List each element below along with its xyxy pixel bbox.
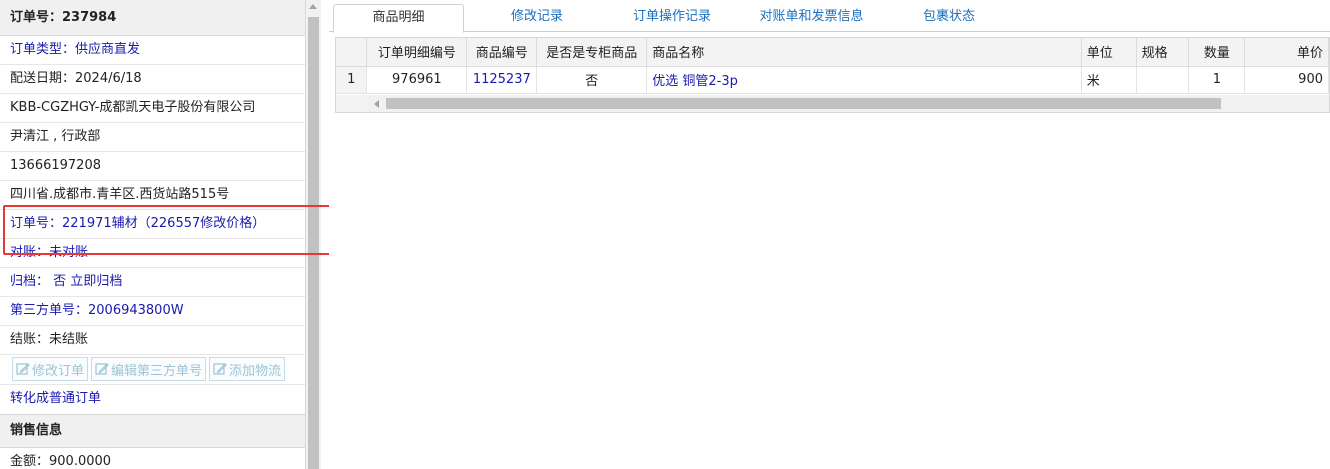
tab-product-details[interactable]: 商品明细: [333, 4, 464, 33]
third-party-row: 第三方单号：2006943800W: [0, 297, 305, 326]
archive-row: 归档： 否 立即归档: [0, 268, 305, 297]
quantity-cell: 1: [1188, 66, 1246, 94]
left-vertical-scrollbar[interactable]: [306, 0, 321, 469]
add-logistics-button[interactable]: 添加物流: [209, 357, 286, 381]
edit-third-party-button[interactable]: 编辑第三方单号: [91, 357, 207, 381]
third-party-value: 2006943800W: [88, 303, 184, 318]
archive-now-link[interactable]: 立即归档: [70, 274, 122, 289]
order-type-label: 订单类型：: [10, 42, 76, 57]
scrollbar-thumb[interactable]: [386, 98, 1221, 109]
grid-horizontal-scrollbar[interactable]: [336, 95, 1329, 112]
archive-label: 归档：: [10, 274, 50, 289]
edit-icon: [213, 363, 227, 375]
order-info-panel: 订单号：237984 订单类型：供应商直发 配送日期：2024/6/18 KBB…: [0, 0, 306, 469]
order-type-value: 供应商直发: [75, 42, 141, 57]
reconcile-label: 对账：: [10, 245, 50, 260]
third-party-label: 第三方单号：: [10, 303, 89, 318]
edit-order-label: 修改订单: [32, 363, 85, 379]
edit-order-button[interactable]: 修改订单: [12, 357, 89, 381]
row-number-header: [336, 38, 368, 67]
settle-row: 结账：未结账: [0, 326, 305, 355]
edit-third-party-label: 编辑第三方单号: [111, 363, 203, 379]
column-header[interactable]: 商品编号: [466, 38, 538, 67]
arrow-left-icon[interactable]: [374, 100, 379, 108]
phone-row: 13666197208: [0, 152, 305, 181]
product-name-link[interactable]: 优选 铜管2-3p: [646, 66, 1082, 94]
archive-value: 否: [53, 274, 67, 289]
product-number-link[interactable]: 1125237: [466, 66, 538, 94]
scrollbar-lead: [336, 95, 367, 112]
counter-cell: 否: [536, 66, 648, 94]
customer-row: KBB-CGZHGY-成都凯天电子股份有限公司: [0, 94, 305, 123]
column-header[interactable]: 订单明细编号: [366, 38, 468, 67]
scrollbar-thumb[interactable]: [308, 17, 319, 469]
action-buttons: 修改订单 编辑第三方单号 添加物流: [0, 355, 305, 385]
column-header[interactable]: 单位: [1081, 38, 1137, 67]
price-cell: 900: [1244, 66, 1329, 94]
tab-order-operation-records[interactable]: 订单操作记录: [617, 4, 727, 32]
tab-bar: 商品明细 修改记录 订单操作记录 对账单和发票信息 包裹状态: [329, 0, 1330, 33]
sales-info-header: 销售信息: [0, 414, 305, 448]
convert-order-link[interactable]: 转化成普通订单: [0, 385, 305, 414]
related-order-row[interactable]: 订单号：221971辅材（226557修改价格）: [0, 210, 305, 239]
arrow-up-icon[interactable]: [309, 4, 317, 9]
column-header[interactable]: 商品名称: [646, 38, 1082, 67]
edit-icon: [16, 363, 30, 375]
unit-cell: 米: [1081, 66, 1137, 94]
column-header[interactable]: 是否是专柜商品: [536, 38, 648, 67]
contact-row: 尹清江 , 行政部: [0, 123, 305, 152]
row-number: 1: [336, 66, 368, 94]
address-row: 四川省.成都市.青羊区.西货站路515号: [0, 181, 305, 210]
spec-cell: [1136, 66, 1190, 94]
table-header-row: 订单明细编号 商品编号 是否是专柜商品 商品名称 单位 规格 数量 单价: [336, 38, 1329, 67]
edit-icon: [95, 363, 109, 375]
tab-reconcile-invoice[interactable]: 对账单和发票信息: [744, 4, 879, 32]
column-header[interactable]: 数量: [1188, 38, 1246, 67]
order-number-header: 订单号：237984: [0, 0, 305, 36]
product-grid: 订单明细编号 商品编号 是否是专柜商品 商品名称 单位 规格 数量 单价 1 9…: [335, 37, 1330, 113]
column-header[interactable]: 规格: [1136, 38, 1190, 67]
detail-panel: 商品明细 修改记录 订单操作记录 对账单和发票信息 包裹状态 订单明细编号 商品…: [329, 0, 1330, 469]
order-detail-page: 订单号：237984 订单类型：供应商直发 配送日期：2024/6/18 KBB…: [0, 0, 1330, 469]
product-table: 订单明细编号 商品编号 是否是专柜商品 商品名称 单位 规格 数量 单价 1 9…: [336, 38, 1329, 94]
reconcile-value: 未对账: [49, 245, 89, 260]
add-logistics-label: 添加物流: [229, 363, 282, 379]
detail-number-cell: 976961: [366, 66, 468, 94]
tab-package-status[interactable]: 包裹状态: [904, 4, 994, 32]
order-type-row: 订单类型：供应商直发: [0, 36, 305, 65]
amount-row: 金额：900.0000: [10, 454, 112, 469]
delivery-date-row: 配送日期：2024/6/18: [0, 65, 305, 94]
column-header[interactable]: 单价: [1244, 38, 1329, 67]
table-row[interactable]: 1 976961 1125237 否 优选 铜管2-3p 米 1 900: [336, 66, 1329, 94]
tab-modify-records[interactable]: 修改记录: [487, 4, 587, 32]
reconcile-row: 对账：未对账: [0, 239, 305, 268]
